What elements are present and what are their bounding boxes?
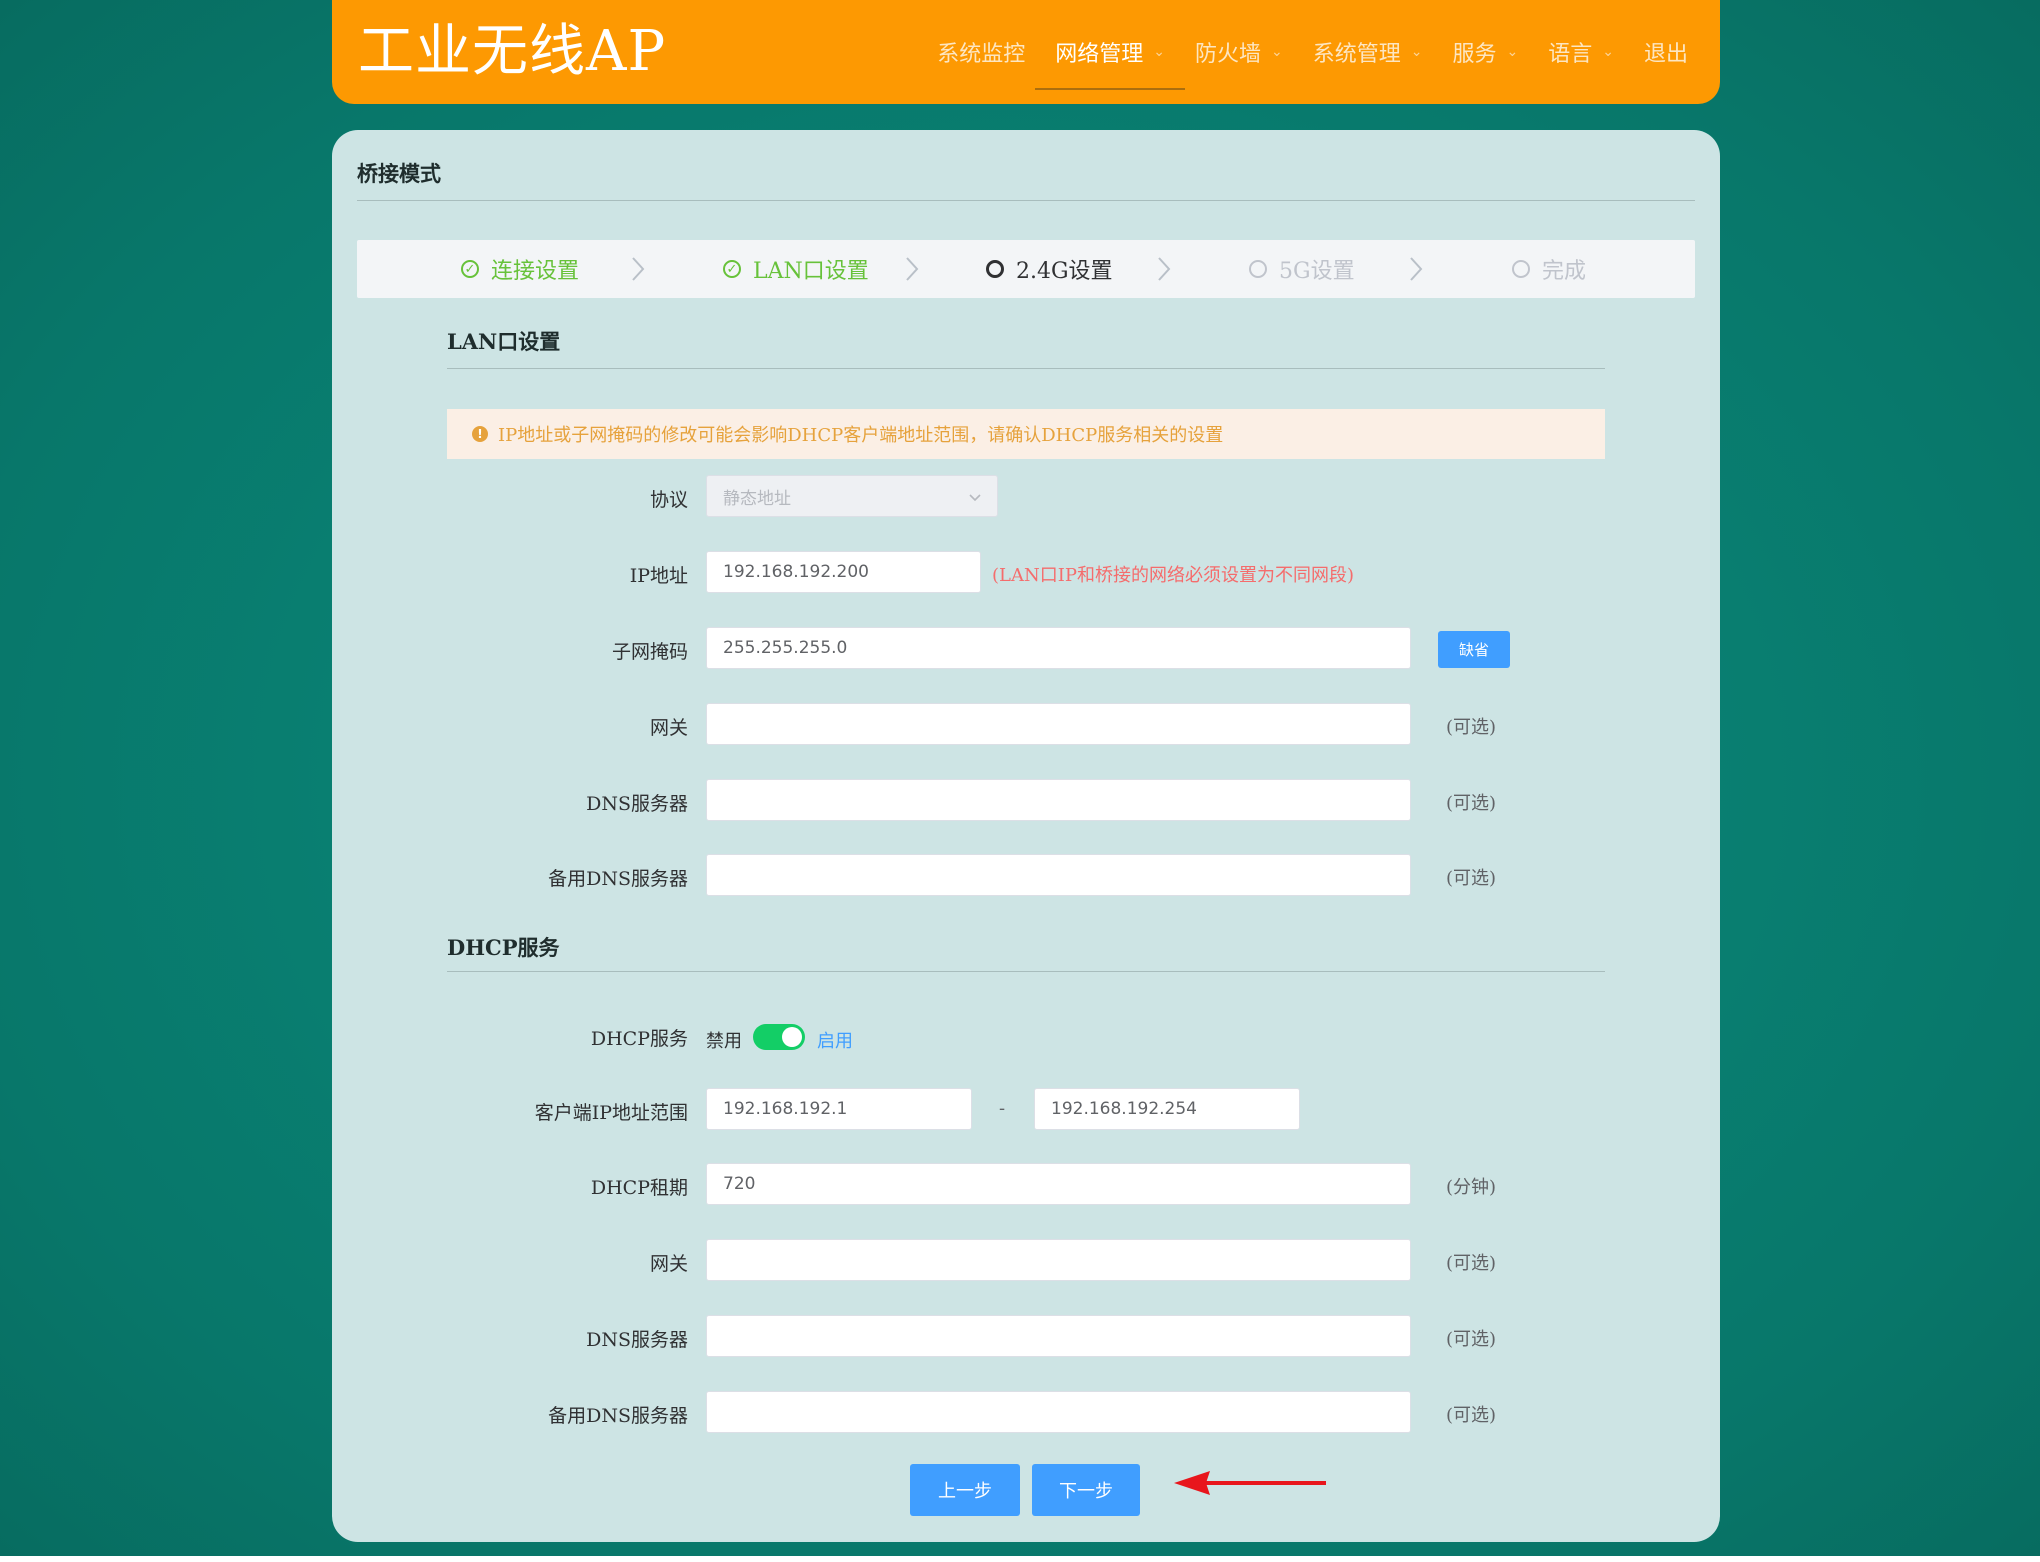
nav-item-network-management[interactable]: 网络管理 ⌄ <box>1035 0 1185 104</box>
backup-dns-input[interactable] <box>706 854 1411 896</box>
ip-range-end-input[interactable] <box>1034 1088 1300 1130</box>
step-lan-settings: ✓ LAN口设置 <box>723 240 869 298</box>
prev-step-button[interactable]: 上一步 <box>910 1464 1020 1516</box>
dhcp-service-label: DHCP服务 <box>590 1028 688 1050</box>
dhcp-dns-label: DNS服务器 <box>586 1329 688 1351</box>
main-nav: 系统监控 网络管理 ⌄ 防火墙 ⌄ 系统管理 ⌄ 服务 ⌄ 语言 ⌄ 退出 <box>907 0 1688 104</box>
dns-server-label: DNS服务器 <box>586 793 688 815</box>
nav-item-label: 系统管理 <box>1312 42 1401 67</box>
circle-icon <box>986 260 1004 278</box>
nav-item-label: 退出 <box>1643 42 1688 67</box>
warning-icon: ! <box>472 426 488 442</box>
dhcp-gateway-input[interactable] <box>706 1239 1411 1281</box>
optional-hint: (可选) <box>1446 868 1497 889</box>
bridge-mode-card: 桥接模式 ✓ 连接设置 ✓ LAN口设置 2.4G设置 5G设置 完成 LAN口… <box>332 130 1720 1542</box>
chevron-right-icon <box>1158 257 1171 281</box>
nav-item-label: 服务 <box>1452 42 1497 67</box>
chevron-down-icon: ⌄ <box>1271 44 1283 60</box>
chevron-down-icon: ⌄ <box>1153 44 1165 60</box>
subnet-mask-label: 子网掩码 <box>611 641 688 663</box>
nav-item-language[interactable]: 语言 ⌄ <box>1548 0 1614 104</box>
dhcp-lease-label: DHCP租期 <box>590 1177 688 1199</box>
nav-item-label: 语言 <box>1548 42 1593 67</box>
dhcp-backup-dns-input[interactable] <box>706 1391 1411 1433</box>
chevron-right-icon <box>1410 257 1423 281</box>
dhcp-section-title: DHCP服务 <box>447 935 560 960</box>
dhcp-lease-input[interactable] <box>706 1163 1411 1205</box>
dhcp-backup-dns-label: 备用DNS服务器 <box>548 1405 688 1427</box>
divider <box>447 971 1605 972</box>
dns-server-input[interactable] <box>706 779 1411 821</box>
step-label: 5G设置 <box>1279 259 1355 284</box>
protocol-label: 协议 <box>649 489 688 511</box>
chevron-right-icon <box>906 257 919 281</box>
ip-address-hint: (LAN口IP和桥接的网络必须设置为不同网段) <box>992 565 1354 586</box>
range-separator: - <box>999 1098 1006 1119</box>
step-2g-settings: 2.4G设置 <box>986 240 1113 298</box>
warning-alert: ! IP地址或子网掩码的修改可能会影响DHCP客户端地址范围，请确认DHCP服务… <box>447 409 1605 459</box>
protocol-select[interactable] <box>706 475 998 517</box>
lease-unit-hint: (分钟) <box>1446 1177 1497 1198</box>
switch-knob <box>782 1027 802 1047</box>
subnet-mask-input[interactable] <box>706 627 1411 669</box>
chevron-down-icon: ⌄ <box>1506 44 1519 60</box>
dhcp-service-switch[interactable] <box>753 1024 805 1050</box>
nav-item-logout[interactable]: 退出 <box>1644 0 1688 104</box>
optional-hint: (可选) <box>1446 793 1497 814</box>
brand-title: 工业无线AP <box>358 19 667 84</box>
divider <box>447 368 1605 369</box>
ip-address-input[interactable] <box>706 551 981 593</box>
gateway-label: 网关 <box>649 717 688 739</box>
card-title: 桥接模式 <box>357 161 441 186</box>
step-label: 2.4G设置 <box>1016 259 1113 284</box>
step-finish: 完成 <box>1512 240 1586 298</box>
dhcp-dns-input[interactable] <box>706 1315 1411 1357</box>
annotation-arrow-icon <box>1174 1471 1326 1495</box>
default-mask-button[interactable]: 缺省 <box>1438 631 1510 668</box>
circle-icon <box>1249 260 1267 278</box>
optional-hint: (可选) <box>1446 1253 1497 1274</box>
nav-item-services[interactable]: 服务 ⌄ <box>1452 0 1518 104</box>
alert-text: IP地址或子网掩码的修改可能会影响DHCP客户端地址范围，请确认DHCP服务相关… <box>498 425 1224 446</box>
step-label: 连接设置 <box>491 259 580 284</box>
chevron-right-icon <box>632 257 645 281</box>
check-circle-icon: ✓ <box>723 260 741 278</box>
chevron-down-icon <box>969 494 981 502</box>
nav-item-label: 网络管理 <box>1055 42 1144 67</box>
backup-dns-label: 备用DNS服务器 <box>548 868 688 890</box>
ip-range-start-input[interactable] <box>706 1088 972 1130</box>
step-label: LAN口设置 <box>753 259 869 284</box>
nav-item-firewall[interactable]: 防火墙 ⌄ <box>1195 0 1283 104</box>
nav-item-label: 系统监控 <box>937 42 1026 67</box>
step-label: 完成 <box>1542 259 1587 284</box>
optional-hint: (可选) <box>1446 1405 1497 1426</box>
gateway-input[interactable] <box>706 703 1411 745</box>
dhcp-gateway-label: 网关 <box>649 1253 688 1275</box>
step-connection-settings: ✓ 连接设置 <box>461 240 579 298</box>
wizard-steps: ✓ 连接设置 ✓ LAN口设置 2.4G设置 5G设置 完成 <box>357 240 1695 298</box>
bottom-strip <box>0 1556 2040 1562</box>
nav-item-system-monitor[interactable]: 系统监控 <box>937 0 1025 104</box>
optional-hint: (可选) <box>1446 1329 1497 1350</box>
next-step-button[interactable]: 下一步 <box>1032 1464 1140 1516</box>
optional-hint: (可选) <box>1446 717 1497 738</box>
chevron-down-icon: ⌄ <box>1410 44 1423 60</box>
top-header: 工业无线AP 系统监控 网络管理 ⌄ 防火墙 ⌄ 系统管理 ⌄ 服务 ⌄ 语言 ⌄ 退出 <box>332 0 1720 104</box>
ip-address-label: IP地址 <box>629 565 688 587</box>
chevron-down-icon: ⌄ <box>1602 44 1614 60</box>
switch-on-label: 启用 <box>817 1031 853 1052</box>
nav-item-system-management[interactable]: 系统管理 ⌄ <box>1313 0 1423 104</box>
check-circle-icon: ✓ <box>461 260 479 278</box>
switch-off-label: 禁用 <box>706 1031 742 1052</box>
step-5g-settings: 5G设置 <box>1249 240 1355 298</box>
nav-item-label: 防火墙 <box>1194 42 1261 67</box>
client-ip-range-label: 客户端IP地址范围 <box>534 1102 688 1124</box>
circle-icon <box>1512 260 1530 278</box>
lan-section-title: LAN口设置 <box>447 329 561 354</box>
divider <box>357 200 1695 201</box>
